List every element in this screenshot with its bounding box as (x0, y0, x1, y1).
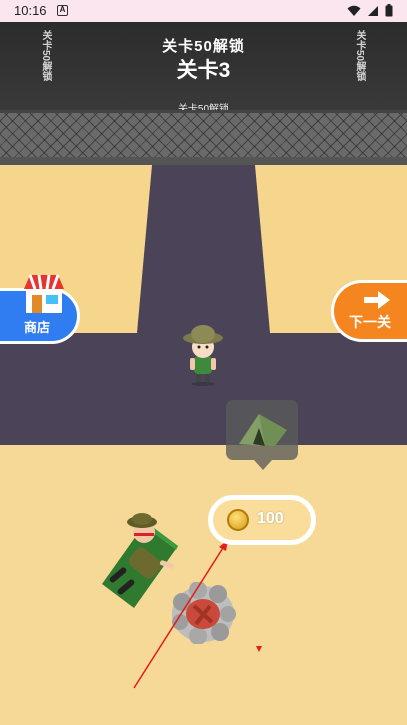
coin-icon (227, 509, 249, 531)
game-scene[interactable]: 关卡50解锁 关卡50解锁 关卡50解锁 关卡3 关卡50解锁 (0, 22, 407, 725)
cost-value: 100 (257, 510, 284, 527)
next-level-button[interactable]: 下一关 (331, 280, 407, 342)
direction-marker-icon (256, 646, 262, 652)
cellular-signal-icon (368, 5, 378, 16)
arrow-right-icon (364, 291, 390, 309)
status-bar: 10:16 A (0, 0, 407, 22)
battery-icon (385, 4, 393, 17)
notification-app-icon: A (57, 5, 68, 16)
wifi-icon (347, 5, 361, 16)
shop-icon (24, 274, 64, 313)
tent-unlock-bubble[interactable] (226, 400, 298, 460)
tent-icon (239, 414, 287, 446)
status-time: 10:16 (14, 3, 47, 18)
status-icons (347, 4, 393, 17)
bubble-tail (254, 460, 272, 470)
unlock-cost-zone[interactable]: 100 (208, 495, 316, 545)
next-level-label: 下一关 (349, 314, 391, 330)
shop-button[interactable]: 商店 (0, 274, 80, 344)
shop-label: 商店 (24, 320, 51, 335)
aim-line (133, 539, 229, 689)
